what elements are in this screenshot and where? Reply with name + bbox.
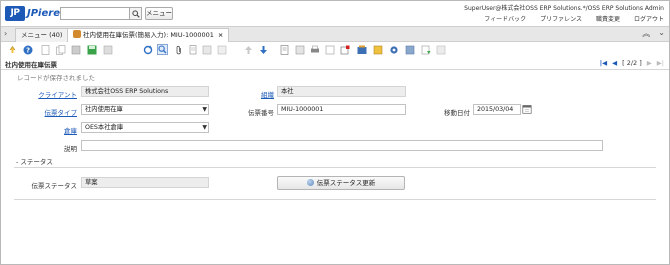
window-title: 社内使用在庫伝票 <box>5 61 57 69</box>
detail-record-icon[interactable] <box>258 44 269 55</box>
client-field: 株式会社OSS ERP Solutions <box>81 86 209 97</box>
movedate-field[interactable]: 2015/03/04 <box>473 104 521 115</box>
previous-record-icon[interactable]: ◀ <box>612 59 617 67</box>
record-counter: [ 2/2 ] <box>622 59 642 67</box>
warehouse-label[interactable]: 倉庫 <box>30 125 77 135</box>
logo-mark: JP <box>5 6 25 21</box>
docstatus-field: 草案 <box>81 177 209 188</box>
update-doc-status-button[interactable]: 伝票ステータス更新 <box>277 176 405 190</box>
logout-link[interactable]: ログアウト <box>634 14 664 23</box>
search-icon <box>131 9 140 18</box>
section-divider <box>14 167 656 168</box>
org-label[interactable]: 組織 <box>236 89 274 99</box>
bottom-divider <box>14 199 656 200</box>
tab-internal-use-inventory[interactable]: 社内使用在庫伝票(簡易入力): MIU-1000001 × <box>67 28 230 43</box>
customize-icon[interactable] <box>420 44 431 55</box>
warehouse-value: OES本社倉庫 <box>85 124 124 131</box>
record-navigation: |◀ ◀ [ 2/2 ] ▶ ▶| <box>595 59 664 67</box>
logo-text: JPiere <box>27 8 60 19</box>
status-section-header[interactable]: - ステータス <box>16 156 53 166</box>
request-icon[interactable] <box>339 44 350 55</box>
toolbar: ? <box>1 42 669 58</box>
chevron-down-icon: ▼ <box>202 124 207 131</box>
settings-icon[interactable] <box>388 44 399 55</box>
description-field[interactable] <box>81 140 603 151</box>
change-role-link[interactable]: 職責変更 <box>596 14 620 23</box>
chat-icon[interactable] <box>187 44 198 55</box>
movedate-label: 移動日付 <box>444 109 470 117</box>
logo: JP JPiere <box>5 5 60 22</box>
grid-toggle-icon[interactable] <box>201 44 212 55</box>
process-icon <box>306 179 314 186</box>
svg-text:?: ? <box>25 46 29 54</box>
menu-button[interactable]: メニュー <box>145 7 173 20</box>
chevron-up-double-icon[interactable]: ︽ <box>642 28 650 39</box>
delete-icon[interactable] <box>70 44 81 55</box>
workflow-icon[interactable] <box>372 44 383 55</box>
top-links: フィードバック プリファレンス 職責変更 ログアウト <box>470 14 664 23</box>
window-icon <box>73 30 81 38</box>
tab-menu-label: メニュー (40) <box>21 31 63 39</box>
parent-record-icon[interactable] <box>243 44 254 55</box>
tab-bar: › メニュー (40) 社内使用在庫伝票(簡易入力): MIU-1000001 ×… <box>1 26 669 43</box>
calendar-icon[interactable] <box>522 104 533 115</box>
user-info: SuperUser@株式会社OSS ERP Solutions.*/OSS ER… <box>464 5 664 12</box>
last-record-icon[interactable]: ▶| <box>657 59 664 67</box>
print-icon[interactable] <box>309 44 320 55</box>
feedback-link[interactable]: フィードバック <box>484 14 526 23</box>
refresh-icon[interactable] <box>142 44 153 55</box>
client-label[interactable]: クライアント <box>30 89 77 99</box>
docno-label: 伝票番号 <box>248 109 274 117</box>
history-icon[interactable] <box>216 44 227 55</box>
warehouse-select[interactable]: OES本社倉庫 ▼ <box>81 122 209 133</box>
undo-icon[interactable] <box>7 44 18 55</box>
quick-form-icon[interactable] <box>435 44 446 55</box>
org-field: 本社 <box>277 86 406 97</box>
app-header: JP JPiere メニュー SuperUser@株式会社OSS ERP Sol… <box>1 1 669 26</box>
archive-icon[interactable] <box>294 44 305 55</box>
doctype-select[interactable]: 社内使用在庫 ▼ <box>81 104 209 115</box>
tab-menu[interactable]: メニュー (40) <box>15 28 69 43</box>
attachment-icon[interactable] <box>173 44 184 55</box>
docno-field[interactable]: MIU-1000001 <box>277 104 406 115</box>
menu-search-input[interactable] <box>60 7 130 20</box>
chevron-right-icon[interactable]: › <box>4 29 7 38</box>
chevron-down-icon: ▼ <box>202 106 207 113</box>
docstatus-label: 伝票ステータス <box>31 182 78 190</box>
zoom-across-icon[interactable] <box>324 44 335 55</box>
close-icon[interactable]: × <box>218 31 223 39</box>
description-label: 説明 <box>64 145 77 153</box>
find-icon[interactable] <box>157 44 168 55</box>
chevron-down-icon[interactable]: ⌄ <box>658 28 665 39</box>
window-title-bar: 社内使用在庫伝票 |◀ ◀ [ 2/2 ] ▶ ▶| <box>1 57 669 70</box>
preferences-link[interactable]: プリファレンス <box>540 14 582 23</box>
export-icon[interactable] <box>404 44 415 55</box>
doctype-value: 社内使用在庫 <box>85 106 123 113</box>
help-icon[interactable]: ? <box>22 44 33 55</box>
copy-record-icon[interactable] <box>55 44 66 55</box>
product-info-icon[interactable] <box>356 44 367 55</box>
status-message: レコードが保存されました <box>17 74 95 82</box>
report-icon[interactable] <box>279 44 290 55</box>
tab-label: 社内使用在庫伝票(簡易入力): MIU-1000001 <box>83 31 214 39</box>
new-record-icon[interactable] <box>40 44 51 55</box>
update-doc-status-label: 伝票ステータス更新 <box>316 179 376 187</box>
tabbar-controls: ︽ ⌄ <box>634 28 665 39</box>
next-record-icon[interactable]: ▶ <box>647 59 652 67</box>
save-icon[interactable] <box>86 44 97 55</box>
save-new-icon[interactable] <box>102 44 113 55</box>
search-button[interactable] <box>130 7 142 20</box>
doctype-label[interactable]: 伝票タイプ <box>30 107 78 117</box>
first-record-icon[interactable]: |◀ <box>600 59 607 67</box>
